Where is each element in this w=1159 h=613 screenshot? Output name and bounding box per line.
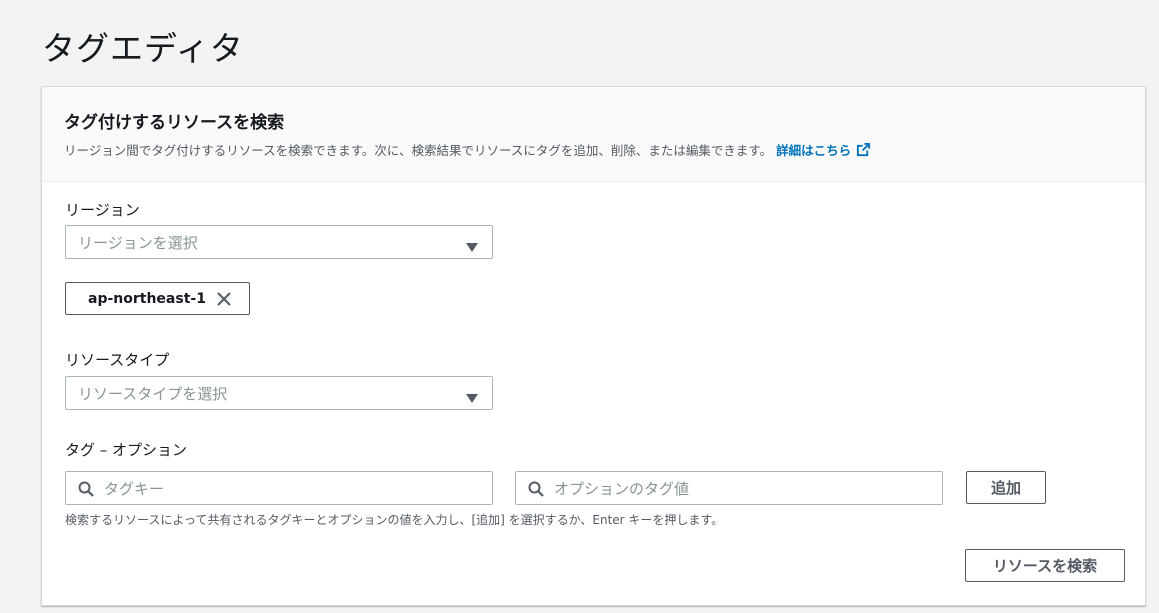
resource-type-select-placeholder: リソースタイプを選択 (78, 384, 228, 403)
tag-key-input[interactable]: タグキー (65, 471, 493, 505)
search-icon (78, 481, 94, 501)
tag-value-input[interactable]: オプションのタグ値 (515, 471, 943, 505)
region-label: リージョン (65, 201, 140, 219)
add-tag-button[interactable]: 追加 (966, 471, 1046, 504)
caret-down-icon (466, 389, 478, 407)
tag-value-placeholder: オプションのタグ値 (554, 479, 690, 498)
region-select-placeholder: リージョンを選択 (78, 233, 198, 252)
region-token: ap-northeast-1 (65, 282, 250, 315)
tag-key-placeholder: タグキー (104, 479, 165, 498)
panel-description-text: リージョン間でタグ付けするリソースを検索できます。次に、検索結果でリソースにタグ… (64, 143, 773, 158)
caret-down-icon (466, 238, 478, 256)
panel-description: リージョン間でタグ付けするリソースを検索できます。次に、検索結果でリソースにタグ… (64, 140, 1145, 159)
resource-type-label: リソースタイプ (65, 351, 170, 369)
learn-more-label: 詳細はこちら (776, 143, 852, 158)
panel-title: タグ付けするリソースを検索 (64, 113, 285, 133)
region-token-label: ap-northeast-1 (88, 290, 206, 307)
search-icon (528, 481, 544, 501)
close-icon[interactable] (216, 291, 232, 311)
search-resources-panel: タグ付けするリソースを検索 リージョン間でタグ付けするリソースを検索できます。次… (41, 86, 1146, 606)
tags-hint: 検索するリソースによって共有されるタグキーとオプションの値を入力し、[追加] を… (65, 513, 724, 527)
resource-type-select[interactable]: リソースタイプを選択 (65, 376, 493, 410)
page-title: タグエディタ (42, 29, 244, 68)
external-link-icon (856, 142, 871, 157)
region-select[interactable]: リージョンを選択 (65, 225, 493, 259)
learn-more-link[interactable]: 詳細はこちら (776, 140, 871, 159)
search-resources-button[interactable]: リソースを検索 (965, 549, 1125, 582)
panel-header: タグ付けするリソースを検索 リージョン間でタグ付けするリソースを検索できます。次… (42, 87, 1145, 182)
tags-label: タグ – オプション (65, 441, 188, 459)
